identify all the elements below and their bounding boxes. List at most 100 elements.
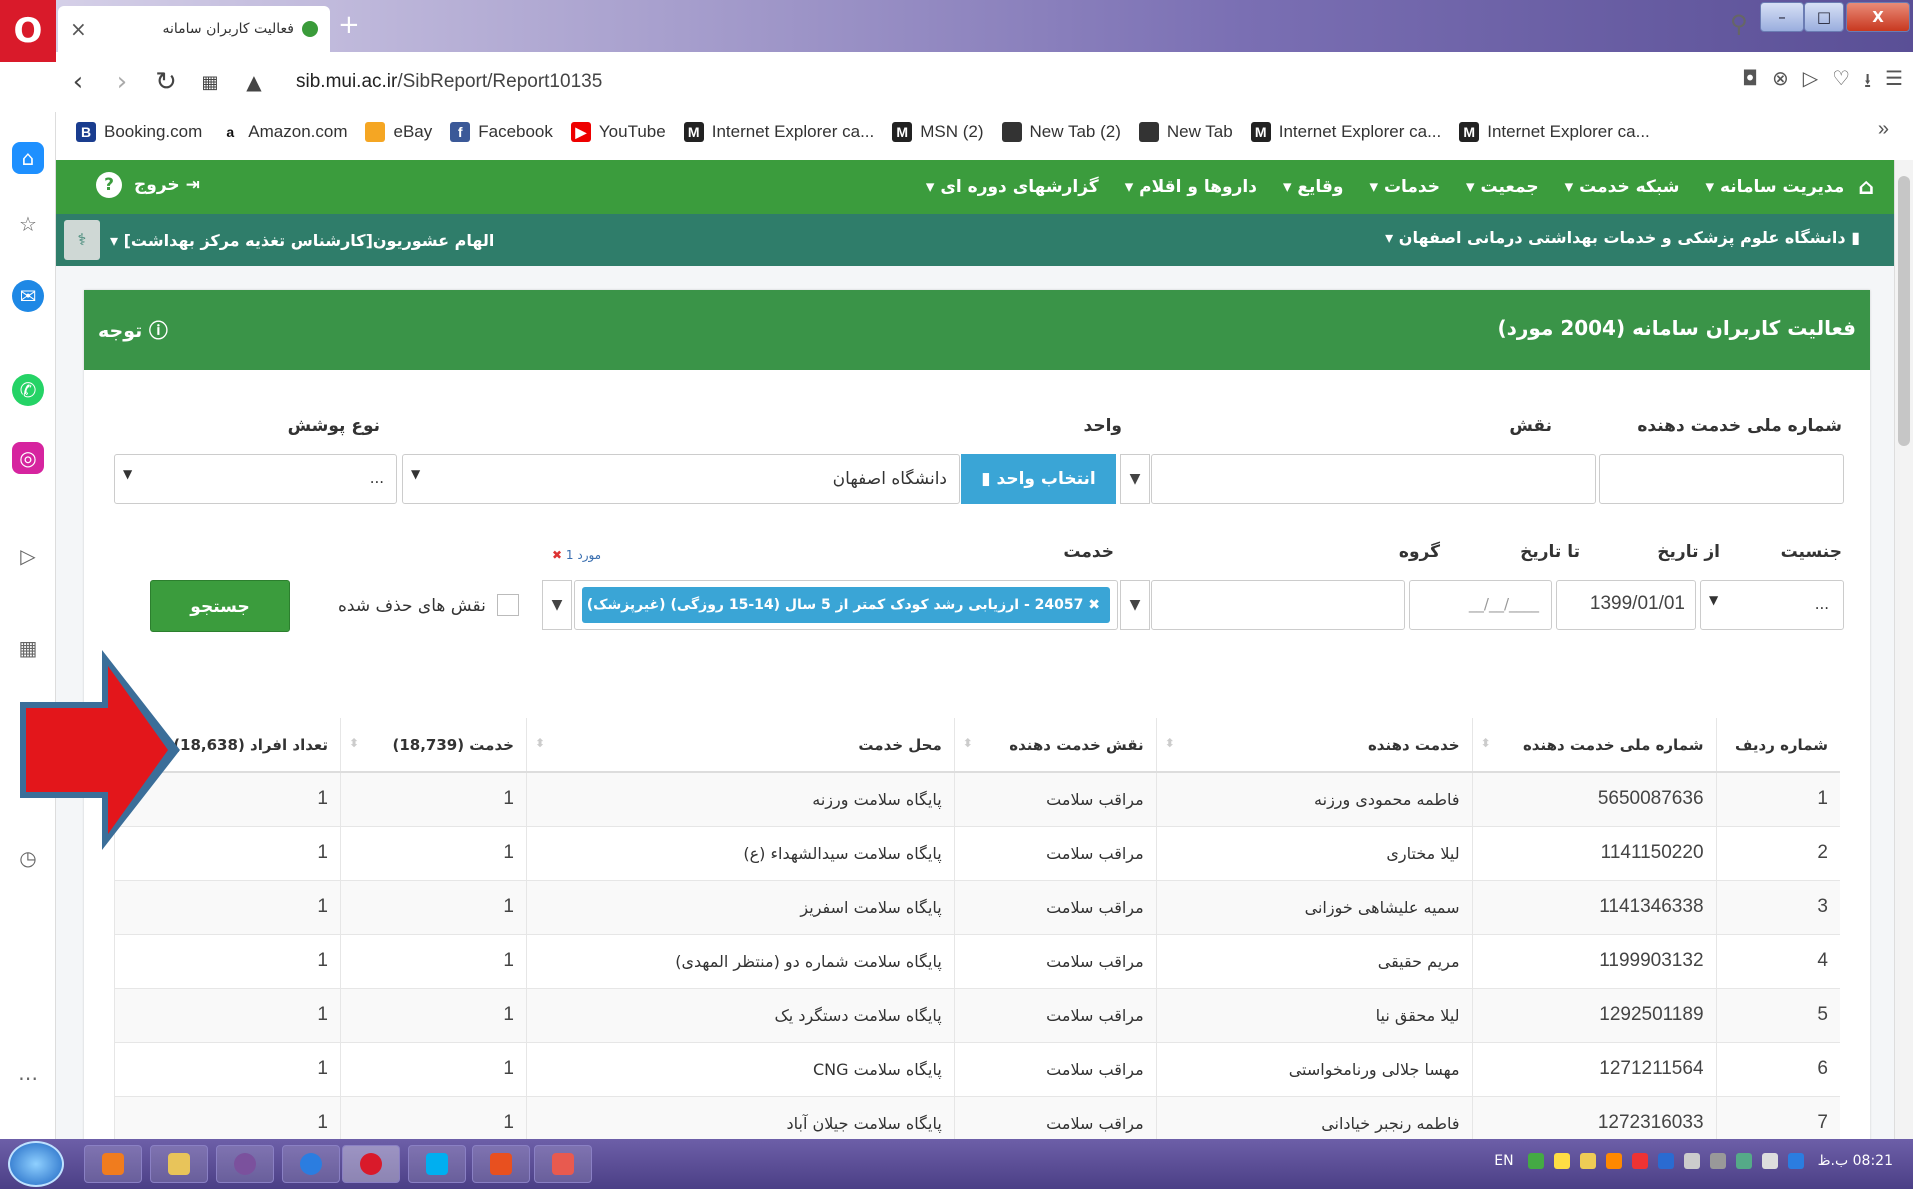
whatsapp-icon[interactable]: ✆ [12, 374, 44, 406]
snapshot-icon[interactable]: ◘ [1742, 66, 1758, 100]
bookmark-ebay[interactable]: eBay [365, 122, 432, 142]
user-selector[interactable]: ▾ الهام عشوریون[کارشناس تغذیه مرکز بهداش… [110, 231, 494, 250]
tray-icon[interactable] [1735, 1153, 1752, 1169]
menu-system-management[interactable]: مدیریت سامانه ▾ [1705, 177, 1844, 197]
col-national-id[interactable]: شماره ملی خدمت دهنده ⬍ [1471, 718, 1717, 773]
table-row[interactable]: 3 1141346338 سمیه علیشاهی خوزانی مراقب سلام… [114, 880, 1840, 935]
messenger-icon[interactable]: ✉ [12, 280, 44, 312]
bookmark-amazon[interactable]: a Amazon.com [220, 122, 347, 142]
service-count-badge[interactable]: ✖ 1 مورد [552, 548, 601, 562]
menu-periodic-reports[interactable]: گزارشهای دوره ای ▾ [926, 177, 1099, 197]
taskbar-ie[interactable] [282, 1145, 340, 1183]
bookmark-newtab-2[interactable]: New Tab (2) [1001, 122, 1121, 142]
bookmark-newtab[interactable]: New Tab [1138, 122, 1233, 142]
adblock-icon[interactable]: ⊗ [1772, 66, 1789, 100]
table-row[interactable]: 2 1141150220 لیلا مختاری مراقب سلامت پایگاه … [114, 826, 1840, 881]
select-unit-button[interactable]: انتخاب واحد ▮ [961, 454, 1116, 504]
col-service-count[interactable]: خدمت (18,739) ⬍ [339, 718, 527, 773]
taskbar-explorer[interactable] [150, 1145, 208, 1183]
window-close-button[interactable]: X [1846, 2, 1910, 32]
opera-logo-icon[interactable]: O [0, 0, 56, 62]
volume-icon[interactable] [1683, 1153, 1700, 1169]
back-icon[interactable]: ‹ [56, 67, 100, 97]
menu-population[interactable]: جمعیت ▾ [1466, 177, 1539, 197]
send-icon[interactable]: ▷ [12, 540, 44, 572]
forward-icon[interactable]: › [100, 67, 144, 97]
bookmarks-more-icon[interactable]: » [1878, 118, 1889, 141]
service-chip[interactable]: ✖ 24057 - ارزیابی رشد کودک کمتر از 5 سال… [582, 587, 1110, 623]
browser-tab[interactable]: فعالیت کاربران سامانه × [58, 6, 330, 52]
speed-dial-icon[interactable]: ▦ [188, 72, 232, 93]
taskbar-opera[interactable] [342, 1145, 400, 1183]
easy-setup-icon[interactable]: ☰ [1885, 66, 1903, 100]
table-row[interactable]: 5 1292501189 لیلا محقق نیا مراقب سلامت پایگا… [114, 988, 1840, 1043]
chip-remove-icon[interactable]: ✖ [1088, 597, 1100, 613]
heart-icon[interactable]: ♡ [1832, 66, 1850, 100]
col-service-location[interactable]: محل خدمت ⬍ [525, 718, 955, 773]
bookmark-booking[interactable]: B Booking.com [76, 122, 202, 142]
tab-search-icon[interactable]: ⚲ [1730, 10, 1748, 38]
group-select[interactable] [1151, 580, 1405, 630]
url-field[interactable]: sib.mui.ac.ir/SibReport/Report10135 [296, 71, 602, 93]
menu-services[interactable]: خدمات ▾ [1369, 177, 1440, 197]
tray-icon[interactable] [1787, 1153, 1804, 1169]
role-select[interactable] [1151, 454, 1596, 504]
bookmark-youtube[interactable]: ▶ YouTube [570, 122, 666, 142]
gender-select[interactable]: ... ▼ [1700, 580, 1844, 630]
clock[interactable]: 08:21 ب.ظ [1818, 1153, 1893, 1169]
window-minimize-button[interactable]: – [1760, 2, 1804, 32]
star-icon[interactable]: ☆ [12, 208, 44, 240]
taskbar-app-8[interactable] [534, 1145, 592, 1183]
scrollbar-thumb[interactable] [1898, 176, 1910, 446]
bookmark-ie-1[interactable]: M Internet Explorer ca... [683, 122, 874, 142]
bookmark-ie-2[interactable]: M Internet Explorer ca... [1250, 122, 1441, 142]
unit-select[interactable]: دانشگاه اصفهان ▼ [402, 454, 960, 504]
table-row[interactable]: 4 1199903132 مریم حقیقی مراقب سلامت پایگاه س… [114, 934, 1840, 989]
reload-icon[interactable]: ↻ [144, 67, 188, 97]
home-menu-icon[interactable]: ⌂ [1858, 175, 1874, 200]
taskbar-app-1[interactable] [84, 1145, 142, 1183]
signal-icon[interactable] [1761, 1153, 1778, 1169]
national-id-input[interactable] [1599, 454, 1844, 504]
logout-button[interactable]: خروج ⇥ [134, 175, 200, 195]
help-icon[interactable]: ? [96, 172, 122, 198]
new-tab-icon[interactable]: + [338, 10, 360, 40]
deleted-roles-checkbox[interactable] [497, 594, 519, 616]
stethoscope-icon[interactable]: ⚕ [64, 220, 100, 260]
page-scrollbar[interactable] [1894, 160, 1913, 1139]
tray-icon[interactable] [1631, 1153, 1648, 1169]
tray-icon[interactable] [1579, 1153, 1596, 1169]
service-dropdown-icon[interactable]: ▼ [542, 580, 572, 630]
group-dropdown-icon[interactable]: ▼ [1120, 580, 1150, 630]
tray-icon[interactable] [1605, 1153, 1622, 1169]
window-maximize-button[interactable]: □ [1804, 2, 1844, 32]
col-provider-role[interactable]: نقش خدمت دهنده ⬍ [953, 718, 1157, 773]
clear-selection-icon[interactable]: ✖ [552, 548, 562, 562]
tray-icon[interactable] [1553, 1153, 1570, 1169]
start-button[interactable] [8, 1141, 64, 1187]
col-row-number[interactable]: شماره ردیف [1715, 718, 1840, 773]
flow-icon[interactable]: ▷ [1803, 66, 1818, 100]
table-row[interactable]: 1 5650087636 فاطمه محمودی ورزنه مراقب سلامت… [114, 772, 1840, 827]
taskbar-skype[interactable] [408, 1145, 466, 1183]
menu-drugs[interactable]: داروها و اقلام ▾ [1125, 177, 1257, 197]
bluetooth-icon[interactable] [1657, 1153, 1674, 1169]
university-selector[interactable]: ▮ دانشگاه علوم پزشکی و خدمات بهداشتی درم… [1385, 228, 1860, 247]
to-date-input[interactable]: __/__/____ [1409, 580, 1552, 630]
from-date-input[interactable]: 1399/01/01 [1556, 580, 1696, 630]
attention-button[interactable]: ⓘ توجه [98, 316, 168, 343]
instagram-icon[interactable]: ◎ [12, 442, 44, 474]
warning-icon[interactable]: ▲ [232, 70, 276, 94]
tab-close-icon[interactable]: × [70, 17, 87, 41]
bookmark-ie-3[interactable]: M Internet Explorer ca... [1459, 122, 1650, 142]
role-dropdown-icon[interactable]: ▼ [1120, 454, 1150, 504]
menu-events[interactable]: وقایع ▾ [1283, 177, 1344, 197]
taskbar-viber[interactable] [216, 1145, 274, 1183]
col-provider[interactable]: خدمت دهنده ⬍ [1155, 718, 1473, 773]
tray-icon[interactable] [1709, 1153, 1726, 1169]
taskbar-app-t[interactable] [472, 1145, 530, 1183]
bookmark-msn[interactable]: M MSN (2) [892, 122, 984, 142]
language-indicator[interactable]: EN [1494, 1153, 1513, 1169]
coverage-select[interactable]: ... ▼ [114, 454, 397, 504]
more-icon[interactable]: ⋯ [12, 1062, 44, 1094]
